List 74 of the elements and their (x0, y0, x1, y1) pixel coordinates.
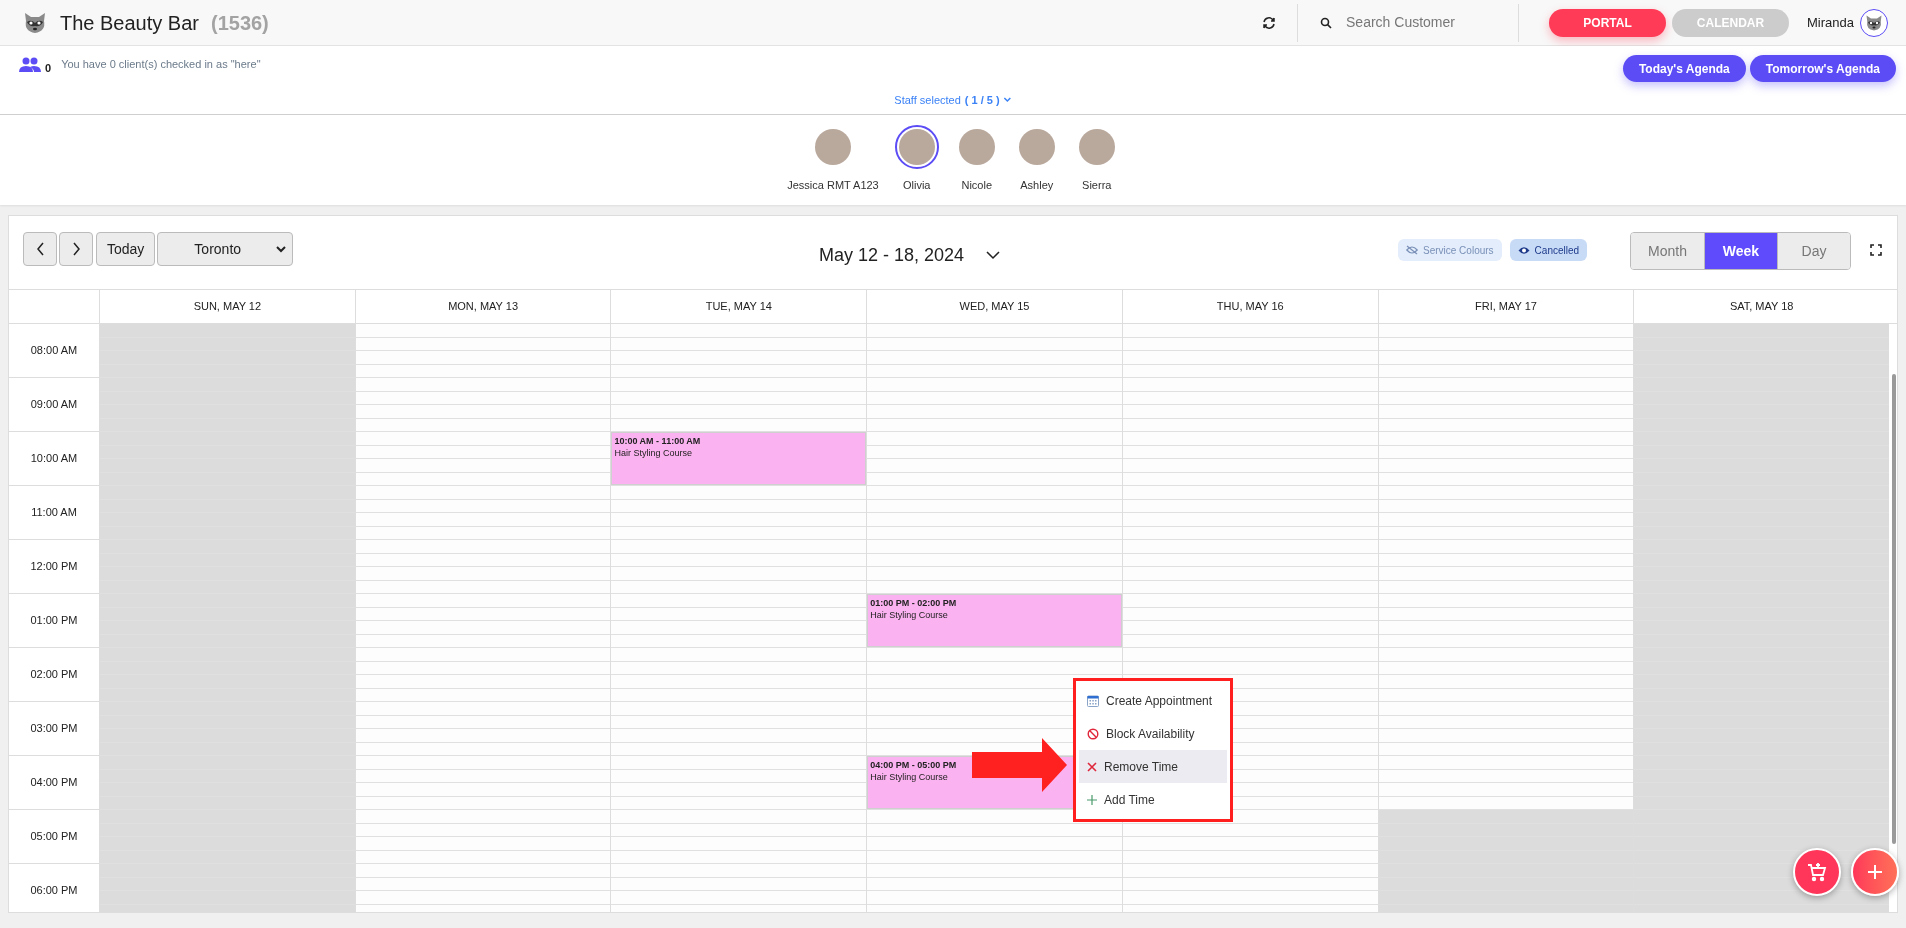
chevron-down-icon (276, 245, 287, 253)
staff-selected-count: ( 1 / 5 ) (964, 93, 1000, 108)
previous-button[interactable] (23, 232, 57, 266)
location-select[interactable]: Toronto (157, 232, 294, 266)
user-avatar[interactable] (1860, 8, 1888, 37)
people-icon (18, 56, 42, 73)
customer-count: (1536) (210, 10, 269, 36)
staff-selected-dropdown[interactable]: Staff selected ( 1 / 5 ) (894, 92, 1012, 109)
chevron-left-icon (34, 241, 46, 257)
appointment-title: Hair Styling Course (870, 609, 948, 621)
time-label: 05:00 PM (30, 829, 78, 845)
fullscreen-button[interactable] (1870, 244, 1884, 258)
time-label: 03:00 PM (30, 721, 78, 737)
time-label: 09:00 AM (30, 397, 78, 413)
eye-icon (1517, 245, 1530, 255)
time-label: 01:00 PM (30, 613, 78, 629)
day-header: THU, MAY 16 (1121, 290, 1378, 323)
filter-toggle[interactable]: Cancelled (1509, 239, 1588, 261)
staff-selected-label: Staff selected (894, 93, 961, 108)
agenda-button[interactable]: Tomorrow's Agenda (1749, 55, 1896, 82)
search-icon (1320, 16, 1333, 29)
appointment-time: 10:00 AM - 11:00 AM (614, 435, 701, 447)
appointment-block[interactable]: 10:00 AM - 11:00 AM Hair Styling Course (611, 432, 867, 485)
cart-plus-icon (1807, 862, 1827, 882)
agenda-button[interactable]: Today's Agenda (1622, 55, 1746, 82)
menu-item[interactable]: Remove Time (1079, 750, 1227, 783)
staff-member[interactable]: Jessica RMT A123 (785, 125, 881, 194)
day-header: MON, MAY 13 (354, 290, 611, 323)
chevron-down-icon (986, 251, 1001, 260)
today-button[interactable]: Today (96, 232, 156, 266)
time-label: 08:00 AM (30, 343, 78, 359)
avatar-placeholder (898, 129, 935, 165)
view-tab[interactable]: Week (1704, 233, 1777, 269)
time-label: 10:00 AM (30, 451, 78, 467)
time-label: 11:00 AM (31, 505, 77, 521)
avatar-placeholder (1078, 129, 1115, 165)
time-label: 04:00 PM (30, 775, 78, 791)
chevron-right-icon (70, 241, 82, 257)
time-label: 02:00 PM (30, 667, 78, 683)
time-label: 12:00 PM (30, 559, 78, 575)
day-header: TUE, MAY 14 (610, 290, 867, 323)
day-header: FRI, MAY 17 (1377, 290, 1634, 323)
user-name: Miranda (1807, 13, 1854, 32)
appointment-time: 04:00 PM - 05:00 PM (870, 759, 957, 771)
day-header: SUN, MAY 12 (99, 290, 355, 323)
avatar-placeholder (958, 129, 995, 165)
checkin-count: 0 (45, 61, 52, 76)
appointment-title: Hair Styling Course (614, 447, 692, 459)
day-header: WED, MAY 15 (866, 290, 1122, 323)
eye-slash-icon (1406, 245, 1418, 255)
avatar-placeholder (815, 129, 851, 165)
appointment-title: Hair Styling Course (870, 771, 948, 783)
calendar-slot[interactable] (1633, 810, 1890, 864)
date-range-dropdown[interactable]: May 12 - 18, 2024 (819, 242, 1001, 269)
raccoon-logo-icon (22, 10, 48, 35)
day-header: SAT, MAY 18 (1633, 290, 1890, 323)
search-field[interactable]: Search Customer (1346, 12, 1497, 33)
fullscreen-icon (1870, 244, 1882, 258)
view-tab[interactable]: Day (1777, 233, 1850, 269)
prohibited-icon (1087, 727, 1099, 740)
refresh-icon (1262, 15, 1277, 30)
view-tab[interactable]: Month (1631, 233, 1704, 269)
chevron-down-icon (1003, 97, 1012, 104)
checkin-message: You have 0 client(s) checked in as "here" (61, 57, 261, 72)
time-label: 06:00 PM (30, 883, 78, 899)
appointment-block[interactable]: 01:00 PM - 02:00 PM Hair Styling Course (867, 594, 1122, 647)
calendar-icon (1087, 694, 1099, 707)
plus-icon (1087, 794, 1097, 805)
avatar-placeholder (1018, 129, 1055, 165)
close-icon (1087, 761, 1097, 772)
app-title: The Beauty Bar (60, 10, 199, 36)
appointment-time: 01:00 PM - 02:00 PM (870, 597, 957, 609)
next-button[interactable] (59, 232, 93, 266)
plus-icon (1867, 864, 1883, 880)
